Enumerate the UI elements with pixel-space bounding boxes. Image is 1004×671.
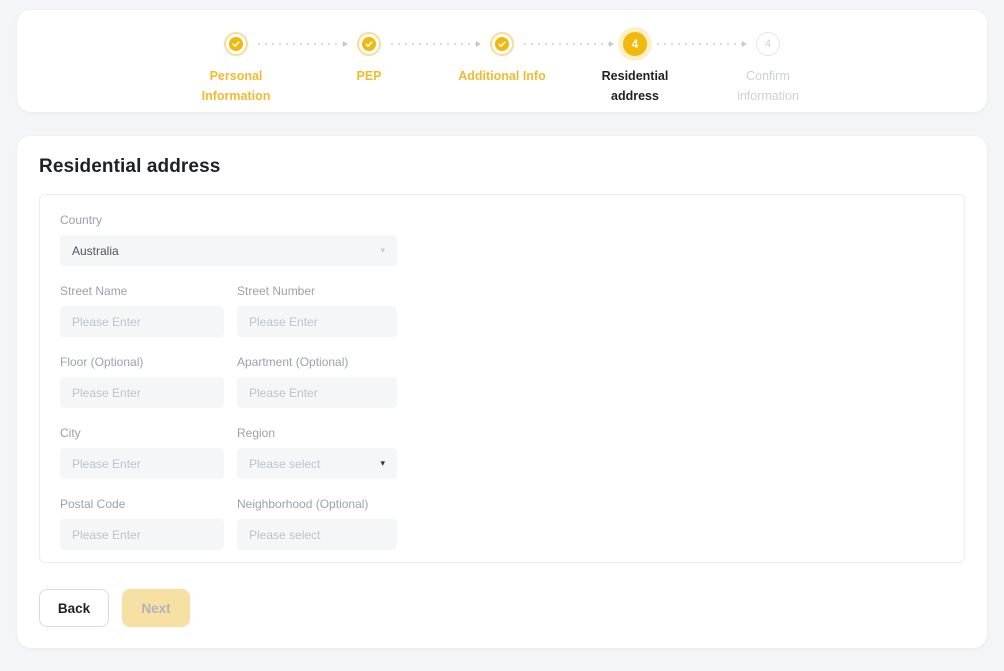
step-label: Additional Info <box>456 66 548 86</box>
step-personal-information[interactable]: Personal Information <box>170 32 303 106</box>
step-pep[interactable]: PEP <box>303 32 436 106</box>
neighborhood-label: Neighborhood (Optional) <box>237 497 397 512</box>
street-row: Street Name Street Number <box>60 284 944 337</box>
caret-down-icon: ▾ <box>380 459 385 468</box>
step-completed-circle <box>224 32 248 56</box>
city-region-row: City Region Please select ▾ <box>60 426 944 479</box>
step-upcoming-circle: 4 <box>756 32 780 56</box>
check-icon <box>495 37 509 51</box>
street-name-input[interactable] <box>60 306 224 337</box>
page-title: Residential address <box>39 156 965 178</box>
postal-neighborhood-row: Postal Code Neighborhood (Optional) Plea… <box>60 497 944 550</box>
region-label: Region <box>237 426 397 441</box>
form-actions: Back Next <box>39 589 965 627</box>
step-active-circle: 4 <box>623 32 647 56</box>
step-completed-circle <box>490 32 514 56</box>
step-completed-circle <box>357 32 381 56</box>
region-select[interactable]: Please select ▾ <box>237 448 397 479</box>
address-form-panel: Country Australia ▾ Street Name Street N… <box>39 194 965 563</box>
floor-label: Floor (Optional) <box>60 355 224 370</box>
back-button[interactable]: Back <box>39 589 109 627</box>
neighborhood-placeholder: Please select <box>249 528 320 542</box>
postal-code-input[interactable] <box>60 519 224 550</box>
step-additional-info[interactable]: Additional Info <box>436 32 569 106</box>
apartment-label: Apartment (Optional) <box>237 355 397 370</box>
check-icon <box>362 37 376 51</box>
step-residential-address[interactable]: 4 Residential address <box>569 32 702 106</box>
step-label: PEP <box>323 66 415 86</box>
residential-address-card: Residential address Country Australia ▾ … <box>17 136 987 648</box>
region-placeholder: Please select <box>249 457 320 471</box>
step-label: Personal Information <box>190 66 282 106</box>
floor-input[interactable] <box>60 377 224 408</box>
city-input[interactable] <box>60 448 224 479</box>
next-button[interactable]: Next <box>122 589 190 627</box>
country-label: Country <box>60 213 944 228</box>
country-select[interactable]: Australia ▾ <box>60 235 397 266</box>
stepper-card: Personal Information PEP <box>17 10 987 112</box>
street-name-label: Street Name <box>60 284 224 299</box>
wizard-stepper: Personal Information PEP <box>170 32 835 106</box>
neighborhood-select[interactable]: Please select <box>237 519 397 550</box>
street-number-label: Street Number <box>237 284 397 299</box>
country-value: Australia <box>72 244 119 258</box>
floor-apartment-row: Floor (Optional) Apartment (Optional) <box>60 355 944 408</box>
step-label: Residential address <box>589 66 681 106</box>
step-label: Confirm information <box>722 66 814 106</box>
postal-code-label: Postal Code <box>60 497 224 512</box>
city-label: City <box>60 426 224 441</box>
street-number-input[interactable] <box>237 306 397 337</box>
caret-down-icon: ▾ <box>380 246 385 255</box>
apartment-input[interactable] <box>237 377 397 408</box>
check-icon <box>229 37 243 51</box>
country-row: Country Australia ▾ <box>60 213 944 266</box>
step-confirm-information[interactable]: 4 Confirm information <box>702 32 835 106</box>
